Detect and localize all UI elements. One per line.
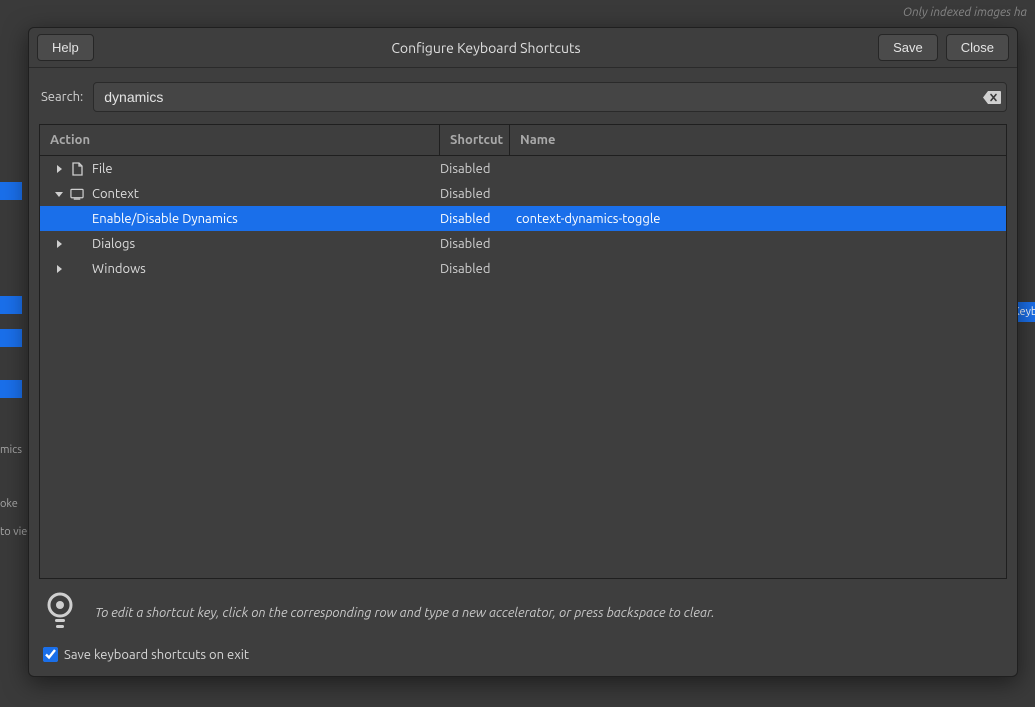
search-input[interactable]	[93, 82, 1007, 112]
shortcut-cell[interactable]: Disabled	[440, 162, 510, 176]
dialog-titlebar: Help Configure Keyboard Shortcuts Save C…	[29, 28, 1017, 68]
bg-hint-text: Only indexed images ha	[903, 6, 1027, 19]
tree-label: Dialogs	[88, 237, 135, 251]
close-button[interactable]: Close	[946, 34, 1009, 61]
spacer	[70, 262, 84, 276]
tip-text: To edit a shortcut key, click on the cor…	[95, 606, 715, 620]
shortcuts-dialog: Help Configure Keyboard Shortcuts Save C…	[28, 27, 1018, 677]
tree-group[interactable]: Dialogs Disabled	[40, 231, 1006, 256]
context-icon	[70, 187, 84, 201]
shortcut-cell[interactable]: Disabled	[440, 237, 510, 251]
bg-side-label: oke	[0, 498, 18, 510]
tree-header: Action Shortcut Name	[40, 125, 1006, 156]
bg-side-label: to vie	[0, 526, 27, 538]
save-button[interactable]: Save	[878, 34, 938, 61]
tree-body[interactable]: FileDisabledContextDisabledEnable/Disabl…	[40, 156, 1006, 578]
spacer	[70, 237, 84, 251]
help-button[interactable]: Help	[37, 34, 94, 61]
expander-icon[interactable]	[52, 262, 66, 276]
file-icon	[70, 162, 84, 176]
expander-icon[interactable]	[52, 237, 66, 251]
save-on-exit-row: Save keyboard shortcuts on exit	[39, 643, 1007, 668]
bg-left-strip	[0, 0, 28, 707]
tree-label: Windows	[88, 262, 146, 276]
save-on-exit-label[interactable]: Save keyboard shortcuts on exit	[64, 648, 249, 662]
lightbulb-icon	[43, 591, 77, 635]
tree-group[interactable]: File Disabled	[40, 156, 1006, 181]
tree-label: Context	[88, 187, 139, 201]
tip-row: To edit a shortcut key, click on the cor…	[39, 579, 1007, 643]
shortcut-cell[interactable]: Disabled	[440, 262, 510, 276]
column-shortcut[interactable]: Shortcut	[440, 125, 510, 155]
clear-search-icon[interactable]	[983, 90, 1001, 104]
tree-group[interactable]: Context Disabled	[40, 181, 1006, 206]
column-name[interactable]: Name	[510, 125, 1006, 155]
save-on-exit-checkbox[interactable]	[43, 647, 58, 662]
search-label: Search:	[39, 90, 83, 104]
shortcut-cell[interactable]: Disabled	[440, 212, 510, 226]
tree-group[interactable]: Windows Disabled	[40, 256, 1006, 281]
bg-side-label: mics	[0, 444, 22, 456]
tree-label: Enable/Disable Dynamics	[88, 212, 238, 226]
dialog-title: Configure Keyboard Shortcuts	[94, 40, 878, 56]
search-row: Search:	[39, 82, 1007, 112]
expander-icon[interactable]	[52, 187, 66, 201]
name-cell: context-dynamics-toggle	[510, 212, 1006, 226]
tree-item[interactable]: Enable/Disable Dynamics Disabledcontext-d…	[40, 206, 1006, 231]
shortcuts-tree: Action Shortcut Name FileDisabledContext…	[39, 124, 1007, 579]
shortcut-cell[interactable]: Disabled	[440, 187, 510, 201]
tree-label: File	[88, 162, 113, 176]
expander-icon[interactable]	[52, 162, 66, 176]
column-action[interactable]: Action	[40, 125, 440, 155]
